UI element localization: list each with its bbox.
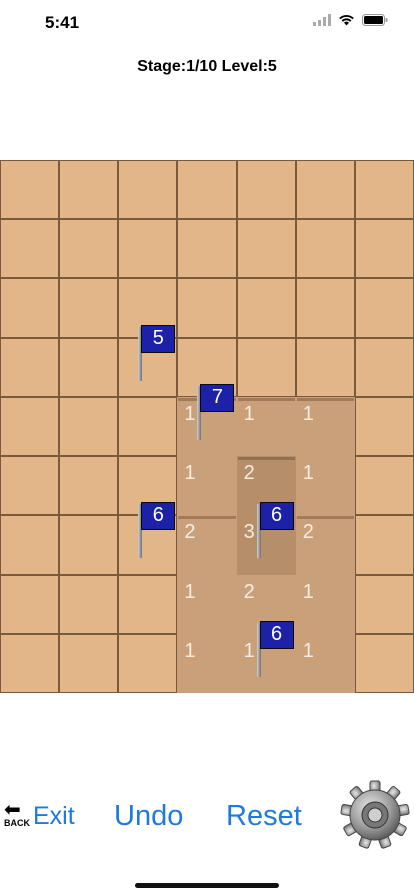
- cell-number: 1: [184, 639, 196, 662]
- status-bar: 5:41: [0, 0, 414, 48]
- hidden-cell[interactable]: [59, 633, 119, 693]
- hidden-cell[interactable]: [354, 160, 414, 220]
- back-icon: ⬅ BACK: [4, 799, 30, 828]
- hidden-cell[interactable]: [118, 633, 178, 693]
- cell-number: 1: [302, 402, 314, 425]
- hidden-cell[interactable]: [59, 337, 119, 397]
- hidden-cell[interactable]: [0, 337, 60, 397]
- hidden-cell[interactable]: [354, 219, 414, 279]
- hidden-cell[interactable]: [0, 160, 60, 220]
- undo-button[interactable]: Undo: [114, 800, 183, 833]
- status-time: 5:41: [45, 13, 80, 32]
- cell-number: 1: [184, 580, 196, 603]
- gear-icon: [340, 780, 410, 849]
- hidden-cell[interactable]: [236, 219, 296, 279]
- hidden-cell[interactable]: [354, 574, 414, 634]
- revealed-cell[interactable]: 1: [295, 574, 355, 634]
- flag-number: 6: [259, 502, 294, 531]
- hidden-cell[interactable]: [354, 515, 414, 575]
- hidden-cell[interactable]: [59, 456, 119, 516]
- cell-number: 2: [243, 462, 255, 485]
- flag-marker[interactable]: 6: [256, 620, 297, 677]
- hidden-cell[interactable]: [0, 633, 60, 693]
- hidden-cell[interactable]: [295, 278, 355, 338]
- hidden-cell[interactable]: [59, 219, 119, 279]
- hidden-cell[interactable]: [177, 278, 237, 338]
- home-indicator: [135, 883, 279, 888]
- hidden-cell[interactable]: [0, 219, 60, 279]
- hidden-cell[interactable]: [295, 160, 355, 220]
- hidden-cell[interactable]: [59, 160, 119, 220]
- revealed-cell[interactable]: 2: [177, 515, 237, 575]
- hidden-cell[interactable]: [295, 219, 355, 279]
- hidden-cell[interactable]: [0, 574, 60, 634]
- flag-number: 6: [141, 502, 176, 531]
- hidden-cell[interactable]: [0, 278, 60, 338]
- exit-button[interactable]: ⬅ BACK Exit: [2, 800, 75, 830]
- cell-number: 1: [302, 580, 314, 603]
- cell-number: 2: [243, 580, 255, 603]
- cell-number: 1: [184, 462, 196, 485]
- revealed-cell[interactable]: 1: [295, 633, 355, 693]
- hidden-cell[interactable]: [59, 396, 119, 457]
- hidden-cell[interactable]: [354, 396, 414, 457]
- cell-number: 3: [243, 521, 255, 544]
- revealed-cell[interactable]: 1: [177, 574, 237, 634]
- hidden-cell[interactable]: [0, 515, 60, 575]
- revealed-cell[interactable]: 1: [177, 456, 237, 516]
- cell-number: 1: [302, 639, 314, 662]
- hidden-cell[interactable]: [59, 574, 119, 634]
- flag-number: 7: [200, 383, 235, 412]
- cell-number: 2: [302, 521, 314, 544]
- wifi-icon: [339, 15, 354, 26]
- hidden-cell[interactable]: [0, 456, 60, 516]
- hidden-cell[interactable]: [236, 337, 296, 397]
- revealed-cell[interactable]: 1: [295, 396, 355, 457]
- hidden-cell[interactable]: [354, 456, 414, 516]
- hidden-cell[interactable]: [118, 160, 178, 220]
- flag-number: 6: [259, 620, 294, 649]
- cell-number: 1: [184, 402, 196, 425]
- reset-button[interactable]: Reset: [226, 800, 302, 833]
- hidden-cell[interactable]: [236, 160, 296, 220]
- revealed-cell[interactable]: 2: [295, 515, 355, 575]
- hidden-cell[interactable]: [236, 278, 296, 338]
- revealed-cell[interactable]: 1: [177, 633, 237, 693]
- cell-number: 1: [243, 402, 255, 425]
- signal-icon: [313, 14, 331, 26]
- hidden-cell[interactable]: [177, 219, 237, 279]
- hidden-cell[interactable]: [118, 219, 178, 279]
- cell-number: 1: [302, 462, 314, 485]
- hidden-cell[interactable]: [59, 278, 119, 338]
- hidden-cell[interactable]: [118, 396, 178, 457]
- hidden-cell[interactable]: [354, 337, 414, 397]
- hidden-cell[interactable]: [177, 160, 237, 220]
- hidden-cell[interactable]: [118, 574, 178, 634]
- flag-marker[interactable]: 7: [197, 383, 237, 440]
- settings-button[interactable]: [340, 778, 410, 852]
- revealed-cell[interactable]: 1: [295, 456, 355, 516]
- cell-number: 1: [243, 639, 255, 662]
- hidden-cell[interactable]: [295, 337, 355, 397]
- bottom-toolbar: ⬅ BACK Exit Undo Reset: [0, 770, 414, 860]
- cell-number: 2: [184, 521, 196, 544]
- battery-icon: [362, 14, 388, 26]
- hidden-cell[interactable]: [0, 396, 60, 457]
- hidden-cell[interactable]: [354, 633, 414, 693]
- flag-marker[interactable]: 6: [138, 502, 178, 559]
- flag-number: 5: [141, 324, 176, 353]
- back-icon-label: BACK: [4, 818, 30, 828]
- hidden-cell[interactable]: [354, 278, 414, 338]
- flag-marker[interactable]: 6: [256, 502, 297, 559]
- hidden-cell[interactable]: [59, 515, 119, 575]
- stage-level-label: Stage:1/10 Level:5: [137, 58, 277, 75]
- exit-button-label: Exit: [33, 802, 75, 830]
- flag-marker[interactable]: 5: [138, 324, 178, 381]
- game-board: 1 1 1 1 2 1 2 3 2 1 2 1 1 1 1 5 7 6 6 6: [0, 160, 414, 693]
- status-icons: [313, 14, 388, 26]
- revealed-cell[interactable]: 1: [236, 396, 296, 457]
